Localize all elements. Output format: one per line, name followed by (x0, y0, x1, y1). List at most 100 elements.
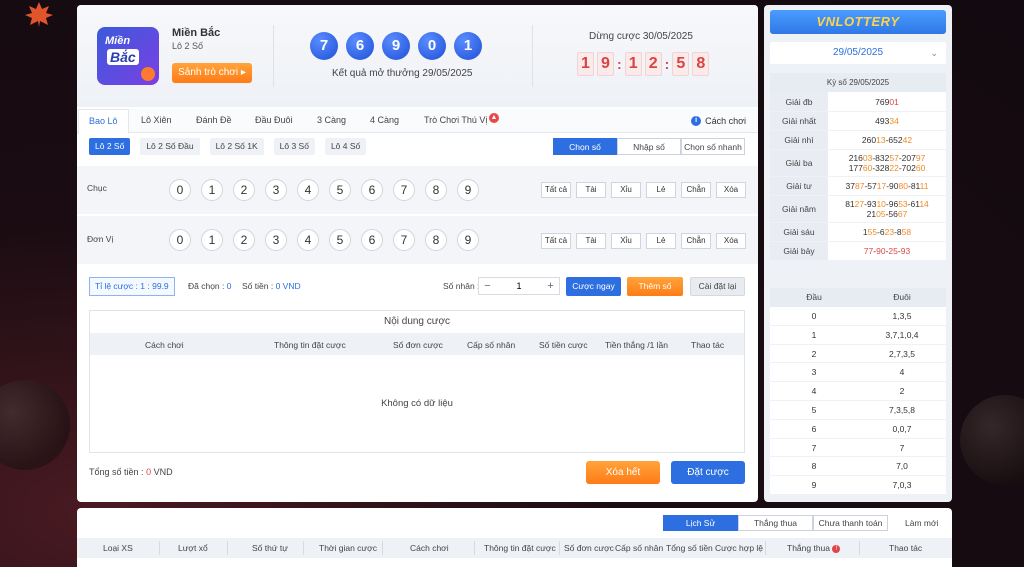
date-select[interactable]: 29/05/2025 ⌄ (770, 42, 946, 64)
column-header: Cấp số nhân (615, 543, 664, 553)
select-big-button[interactable]: Tài (576, 182, 606, 198)
result-balls: 7 6 9 0 1 (310, 32, 482, 60)
place-bet-button[interactable]: Đặt cược (671, 461, 745, 484)
bet-table-title: Nội dung cược (90, 311, 744, 333)
select-small-button[interactable]: Xỉu (611, 233, 641, 249)
prize-line: 21603-83257-20797 (849, 153, 926, 163)
subtab-lo-3-so[interactable]: Lô 3 Số (273, 138, 315, 155)
prize-numbers: 26013-65242 (828, 131, 946, 149)
digit-ball[interactable]: 0 (169, 229, 191, 251)
digit-ball[interactable]: 7 (393, 229, 415, 251)
tab-4-cang[interactable]: 4 Càng (370, 115, 399, 125)
digit-ball[interactable]: 5 (329, 179, 351, 201)
select-even-button[interactable]: Chẵn (681, 233, 711, 249)
digit-ball[interactable]: 6 (361, 229, 383, 251)
tab-3-cang[interactable]: 3 Càng (317, 115, 346, 125)
clear-all-button[interactable]: Xóa hết (586, 461, 660, 484)
select-odd-button[interactable]: Lẻ (646, 233, 676, 249)
subtab-lo-2-so[interactable]: Lô 2 Số (89, 138, 131, 155)
column-header: Đuôi (893, 292, 911, 302)
sub-tabs: Lô 2 Số Lô 2 Số Đầu Lô 2 Số 1K Lô 3 Số L… (89, 138, 367, 155)
select-small-button[interactable]: Xỉu (611, 182, 641, 198)
digit-ball[interactable]: 1 (201, 229, 223, 251)
head-digit: 9 (811, 480, 817, 491)
tab-win-loss[interactable]: Thắng thua (738, 515, 813, 531)
prize-segment: 42 (902, 135, 913, 145)
select-big-button[interactable]: Tài (576, 233, 606, 249)
prize-segment: -93 (864, 199, 877, 209)
divider (474, 541, 475, 555)
divider (303, 541, 304, 555)
digit-ball[interactable]: 9 (457, 229, 479, 251)
digit-ball[interactable]: 4 (297, 179, 319, 201)
add-number-button[interactable]: Thêm số (627, 277, 683, 296)
tab-history[interactable]: Lịch Sử (663, 515, 738, 531)
bet-table-header: Cách chơi Thông tin đặt cược Số đơn cược… (90, 333, 744, 355)
prize-numbers: 8127-9310-9653-6114 2105-5667 (828, 196, 946, 222)
digit-ball[interactable]: 2 (233, 229, 255, 251)
prize-segment: 37 (845, 181, 855, 191)
prize-segment: 10 (876, 199, 886, 209)
prize-segment: 05 (876, 209, 886, 219)
digit-ball[interactable]: 0 (169, 179, 191, 201)
minus-icon[interactable]: − (479, 280, 496, 292)
clear-row-button[interactable]: Xóa (716, 182, 746, 198)
bet-amount: Số tiền : 0 VND (242, 281, 301, 291)
prize-segment: 769 (875, 96, 890, 107)
prize-segment: 67 (897, 209, 908, 219)
tail-digits: 0,0,7 (892, 423, 912, 434)
hot-badge-icon: ▲ (489, 113, 499, 123)
reset-button[interactable]: Cài đặt lại (690, 277, 745, 296)
mode-enter-number[interactable]: Nhập số (617, 138, 681, 155)
divider (227, 541, 228, 555)
prize-numbers: 49334 (828, 112, 946, 130)
select-all-button[interactable]: Tất cả (541, 233, 571, 249)
select-even-button[interactable]: Chẵn (681, 182, 711, 198)
digit-ball[interactable]: 7 (393, 179, 415, 201)
column-header: Loại XS (103, 543, 133, 553)
result-ball: 0 (418, 32, 446, 60)
tab-lo-xien[interactable]: Lô Xiên (141, 115, 172, 125)
tail-digits: 4 (899, 367, 905, 378)
column-header: Cấp số nhân (467, 340, 516, 350)
tab-bao-lo[interactable]: Bao Lô (78, 109, 129, 134)
result-ball: 6 (346, 32, 374, 60)
refresh-button[interactable]: Làm mới (905, 518, 938, 528)
select-all-button[interactable]: Tất cả (541, 182, 571, 198)
digit-ball[interactable]: 3 (265, 179, 287, 201)
mode-choose-number[interactable]: Chọn số (553, 138, 617, 155)
digit-ball[interactable]: 4 (297, 229, 319, 251)
plus-icon[interactable]: + (542, 280, 559, 292)
prize-row: Giải ba 21603-83257-20797 17760-32822-7026… (770, 150, 946, 177)
head-tail-row: 8 7,0 (770, 457, 946, 477)
digit-ball[interactable]: 8 (425, 179, 447, 201)
tab-danh-de[interactable]: Đánh Đề (196, 115, 232, 125)
digit-ball[interactable]: 8 (425, 229, 447, 251)
multiplier-input[interactable] (496, 281, 542, 291)
tab-unsettled[interactable]: Chưa thanh toán (813, 515, 888, 531)
select-odd-button[interactable]: Lẻ (646, 182, 676, 198)
digit-ball[interactable]: 9 (457, 179, 479, 201)
head-digit: 7 (811, 442, 817, 453)
tail-digits: 1,3,5 (892, 311, 912, 321)
game-lobby-button[interactable]: Sảnh trò chơi ▸ (172, 63, 252, 83)
digit-ball[interactable]: 2 (233, 179, 255, 201)
digit-ball[interactable]: 3 (265, 229, 287, 251)
subtab-lo-2-so-dau[interactable]: Lô 2 Số Đầu (140, 138, 200, 155)
tab-tro-choi-thu-vi[interactable]: Trò Chơi Thú Vị (424, 115, 487, 125)
mode-quick-choose[interactable]: Chọn số nhanh (681, 138, 745, 155)
prize-name: Giải nhất (770, 112, 828, 130)
subtab-lo-4-so[interactable]: Lô 4 Số (324, 138, 367, 155)
how-to-play-link[interactable]: i Cách chơi (691, 116, 746, 126)
clear-row-button[interactable]: Xóa (716, 233, 746, 249)
head-tail-row: 5 7,3,5,8 (770, 400, 946, 420)
head-tail-row: 42 (770, 382, 946, 401)
quick-bet-button[interactable]: Cược ngay (566, 277, 621, 296)
tab-dau-duoi[interactable]: Đầu Đuôi (255, 115, 293, 125)
digit-ball[interactable]: 5 (329, 229, 351, 251)
subtab-lo-2-so-1k[interactable]: Lô 2 Số 1K (209, 138, 264, 155)
betting-panel: Miền Bắc Miền Bắc Lô 2 Số Sảnh trò chơi … (77, 5, 758, 502)
digit-ball[interactable]: 1 (201, 179, 223, 201)
digit-ball[interactable]: 6 (361, 179, 383, 201)
odds-value: 1 : 99.9 (140, 281, 169, 291)
